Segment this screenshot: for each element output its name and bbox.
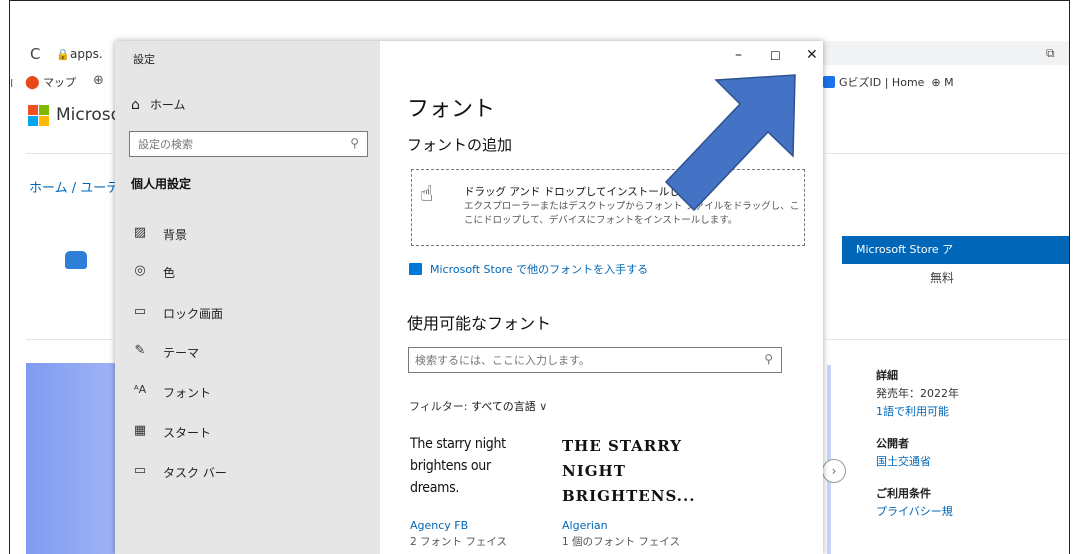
brand-text: Microso [56,105,122,125]
font-count-agency: 2 フォント フェイス [410,536,508,548]
chevron-down-icon: ∨ [539,400,548,413]
maximize-button[interactable]: ☐ [770,49,781,63]
page-title: フォント [407,97,496,122]
drop-title: ドラッグ アンド ドロップしてインストールします [464,186,701,198]
bookmark-map-label: マップ [43,76,77,89]
settings-window: 設定 ⌂ ホーム ⚲ 個人用設定 ▨ 背景 ◎ 色 ▭ ロック画面 ✎ テーマ [115,41,823,554]
bookmark-gbiz[interactable]: GビズID | Home ⊕ M [823,74,954,90]
release-year: 発売年：2022年 [876,387,959,400]
settings-sidebar: 設定 ⌂ ホーム ⚲ 個人用設定 ▨ 背景 ◎ 色 ▭ ロック画面 ✎ テーマ [115,41,380,554]
sidebar-item-taskbar[interactable]: ▭ タスク バー [115,455,380,491]
sidebar-item-label: テーマ [163,346,200,360]
drop-description: エクスプローラーまたはデスクトップからフォント ファイルをドラッグし、ここにドロ… [464,201,800,226]
address-bar[interactable]: apps. [70,47,103,61]
divider [825,339,1069,340]
bookmark-separator: I [10,77,14,90]
publisher-heading: 公開者 [876,437,909,450]
sidebar-item-label: フォント [163,386,212,400]
store-fonts-link[interactable]: Microsoft Store で他のフォントを入手する [409,261,648,277]
font-preview-algerian[interactable]: THE STARRY NIGHT BRIGHTENS... [562,434,712,509]
font-count-algerian: 1 個のフォント フェイス [562,536,681,548]
divider [26,339,112,340]
bookmark-globe-icon[interactable]: ⊕ [93,73,104,88]
palette-icon: ◎ [134,263,146,278]
gbiz-icon [823,76,835,88]
nav-home[interactable]: ⌂ ホーム [131,96,186,113]
lock-icon: 🔒 [56,48,70,61]
theme-icon: ✎ [134,343,146,358]
get-in-store-button[interactable]: Microsoft Store ア [842,236,1069,264]
language-link[interactable]: 1語で利用可能 [876,403,959,421]
font-preview-agency[interactable]: The starry night brightens our dreams. [410,433,540,499]
sidebar-item-label: タスク バー [163,466,227,480]
font-name-agency[interactable]: Agency FB [410,519,468,532]
hero-image [26,363,116,554]
details-heading: 詳細 [876,369,898,382]
settings-search[interactable]: ⚲ [129,131,368,157]
filter-label: フィルター: [409,400,471,413]
divider [825,153,1069,154]
background-icon: ▨ [133,225,147,240]
hand-cursor-icon: ☝ [420,182,434,207]
terms-heading: ご利用条件 [876,487,931,500]
start-icon: ▦ [133,423,147,438]
screenshot-frame: C 🔒 apps. I ⬤ マップ ⊕ Microso ホーム / ユーティ ⧉… [9,0,1070,554]
store-link-label: Microsoft Store で他のフォントを入手する [430,263,649,276]
font-name-algerian[interactable]: Algerian [562,519,608,532]
sidebar-item-fonts[interactable]: ᴬA フォント [115,375,380,411]
sidebar-item-label: 背景 [163,228,188,242]
close-button[interactable]: ✕ [806,47,818,63]
sidebar-item-lock-screen[interactable]: ▭ ロック画面 [115,296,380,332]
microsoft-logo-icon [28,105,50,127]
font-search-box[interactable]: ⚲ [408,347,782,373]
lock-screen-icon: ▭ [133,304,147,319]
home-icon: ⌂ [131,97,140,113]
language-filter[interactable]: フィルター: すべての言語 ∨ [409,398,547,414]
carousel-next-button[interactable]: › [822,459,846,483]
divider [26,153,112,154]
taskbar-icon: ▭ [133,463,147,478]
search-icon[interactable]: ⚲ [350,136,359,150]
filter-value: すべての言語 [470,400,536,413]
add-fonts-heading: フォントの追加 [407,136,513,154]
extension-icon[interactable]: ⧉ [1046,46,1055,61]
publisher-link[interactable]: 国土交通省 [876,453,959,471]
sidebar-item-color[interactable]: ◎ 色 [115,255,380,291]
nav-home-label: ホーム [149,98,186,112]
settings-content: – ☐ ✕ フォント フォントの追加 ☝ ドラッグ アンド ドロップしてインスト… [380,41,823,554]
settings-search-input[interactable] [130,132,330,156]
sidebar-item-background[interactable]: ▨ 背景 [115,217,380,253]
bookmark-gbiz-label: GビズID | Home [839,76,925,89]
minimize-button[interactable]: – [735,47,742,63]
sidebar-item-start[interactable]: ▦ スタート [115,415,380,451]
bookmark-map[interactable]: ⬤ マップ [25,74,76,90]
app-icon [65,251,87,269]
sidebar-item-label: ロック画面 [163,307,224,321]
map-pin-icon: ⬤ [25,75,40,90]
sidebar-item-label: スタート [163,426,212,440]
window-title: 設定 [133,53,155,66]
privacy-link[interactable]: プライバシー規 [876,503,959,521]
sidebar-item-theme[interactable]: ✎ テーマ [115,335,380,371]
font-icon: ᴬA [133,383,147,396]
price-label: 無料 [930,271,955,285]
reload-icon[interactable]: C [30,45,40,63]
store-bag-icon [409,263,422,275]
details-panel: 詳細 発売年：2022年 1語で利用可能 公開者 国土交通省 ご利用条件 プライ… [876,367,959,521]
search-icon[interactable]: ⚲ [764,352,773,366]
section-personalization: 個人用設定 [131,177,192,191]
available-fonts-heading: 使用可能なフォント [407,314,552,333]
sidebar-item-label: 色 [163,266,176,280]
font-search-input[interactable] [409,348,739,372]
address-bar-right [814,41,1069,65]
font-drop-zone[interactable]: ☝ ドラッグ アンド ドロップしてインストールします エクスプローラーまたはデス… [411,169,805,246]
